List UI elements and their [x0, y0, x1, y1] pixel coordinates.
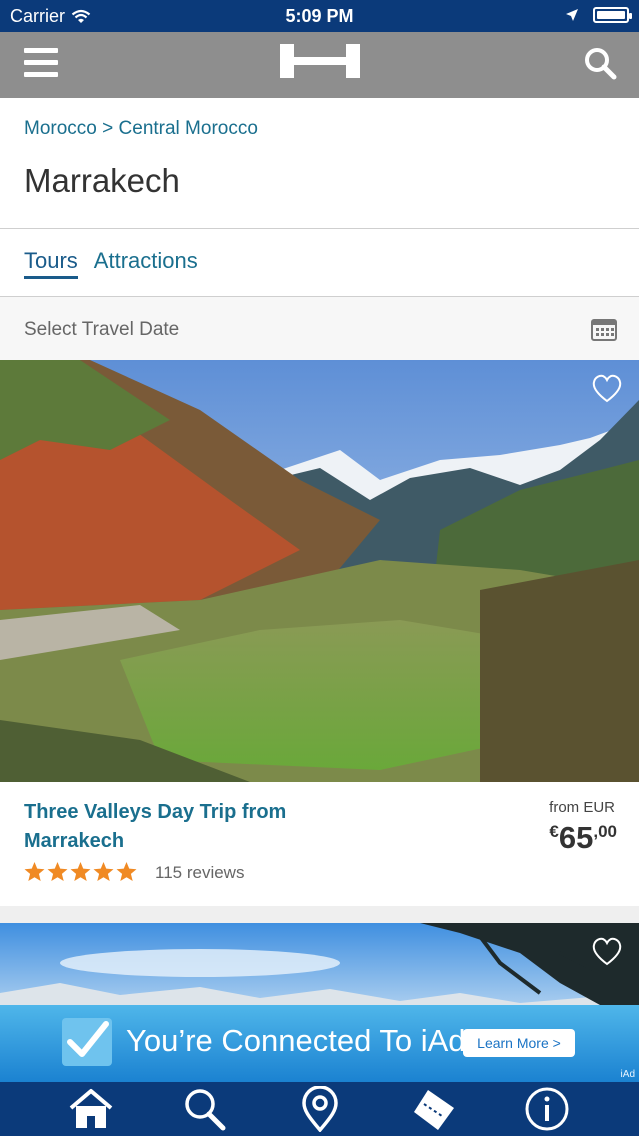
- learn-more-label: Learn More: [477, 1035, 549, 1051]
- search-icon[interactable]: [180, 1086, 228, 1132]
- tour-title[interactable]: Three Valleys Day Trip from Marrakech: [24, 798, 344, 856]
- tour-photo: [0, 923, 639, 1005]
- heart-outline-icon[interactable]: [591, 937, 623, 967]
- hotels-h-logo-icon[interactable]: [280, 44, 360, 78]
- page-title: Marrakech: [24, 162, 180, 199]
- price-whole: 65: [558, 820, 594, 855]
- chevron-right-icon: >: [552, 1035, 561, 1051]
- iad-message: You’re Connected To iAd: [126, 1023, 466, 1058]
- location-pin-icon[interactable]: [296, 1086, 344, 1132]
- star-icon: [70, 862, 91, 882]
- review-count[interactable]: 115 reviews: [155, 863, 244, 883]
- price-from-label: from EUR: [549, 799, 615, 816]
- status-right: [565, 7, 632, 23]
- star-icon: [47, 862, 68, 882]
- tab-attractions[interactable]: Attractions: [94, 248, 198, 279]
- location-arrow-icon: [566, 9, 578, 21]
- breadcrumb-separator: >: [102, 118, 114, 139]
- heart-outline-icon[interactable]: [591, 374, 623, 404]
- star-rating: [24, 862, 137, 882]
- tour-photo[interactable]: [0, 360, 639, 782]
- tour-card: Three Valleys Day Trip from Marrakech 11…: [0, 360, 639, 906]
- divider: [0, 228, 639, 229]
- price: €65,00: [549, 820, 617, 856]
- clock: 5:09 PM: [285, 6, 354, 26]
- star-icon: [93, 862, 114, 882]
- checkmark-icon: [62, 1018, 112, 1066]
- ticket-icon[interactable]: [410, 1086, 458, 1132]
- iad-banner[interactable]: You’re Connected To iAd Learn More > iAd: [0, 1005, 639, 1082]
- learn-more-button[interactable]: Learn More >: [463, 1029, 575, 1057]
- tabs: Tours Attractions: [24, 248, 198, 279]
- card-separator: [0, 906, 639, 923]
- home-icon[interactable]: [67, 1086, 115, 1132]
- breadcrumb-region[interactable]: Central Morocco: [119, 118, 258, 139]
- battery-icon: [593, 7, 632, 23]
- hamburger-menu-icon[interactable]: [24, 48, 58, 78]
- search-icon[interactable]: [583, 46, 617, 80]
- breadcrumb-country[interactable]: Morocco: [24, 118, 97, 139]
- info-icon[interactable]: [523, 1086, 571, 1132]
- price-cents: ,00: [593, 822, 617, 841]
- status-bar: Carrier 5:09 PM: [0, 0, 639, 32]
- nav-bar: [0, 32, 639, 98]
- iad-tag: iAd: [620, 1069, 635, 1080]
- bottom-tab-bar: [0, 1082, 639, 1136]
- select-travel-date-button[interactable]: Select Travel Date: [0, 297, 639, 360]
- price-currency: €: [549, 822, 559, 841]
- breadcrumb: Morocco > Central Morocco: [24, 118, 258, 140]
- star-icon: [24, 862, 45, 882]
- travel-date-label: Select Travel Date: [24, 319, 180, 340]
- calendar-icon: [591, 319, 617, 341]
- star-icon: [116, 862, 137, 882]
- tour-card-partial[interactable]: [0, 923, 639, 1005]
- tab-tours[interactable]: Tours: [24, 248, 78, 279]
